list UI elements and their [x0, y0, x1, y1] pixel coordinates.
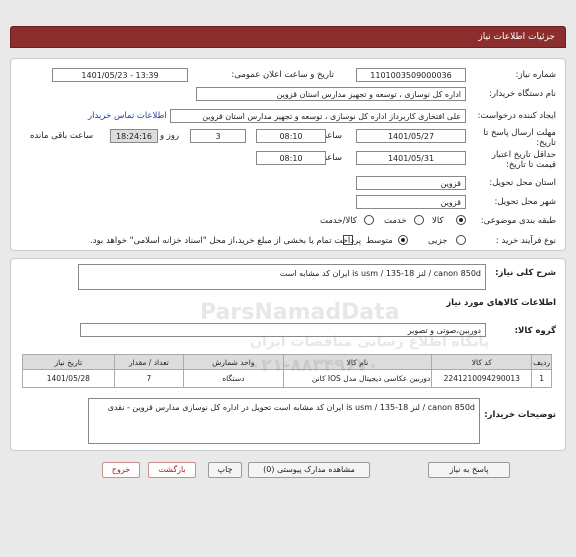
page-header: جزئیات اطلاعات نیاز: [10, 26, 566, 48]
summary-field: canon 850d / لنز 18-135 / is usm ایران ک…: [78, 264, 486, 290]
cell-row: 1: [531, 369, 552, 388]
table-row: 1 2241210094290013 دوربین عکاسی دیجیتال …: [22, 369, 552, 388]
col-name: نام کالا: [282, 354, 433, 370]
validity-time-field: 08:10: [256, 151, 326, 165]
category-label: طبقه بندی موضوعی:: [480, 216, 556, 226]
goods-table: ردیف کد کالا نام کالا واحد شمارش تعداد /…: [22, 354, 552, 388]
cell-unit: دستگاه: [183, 369, 284, 388]
deadline-time-field: 08:10: [256, 129, 326, 143]
col-qty: تعداد / مقدار: [113, 354, 185, 370]
city-label: شهر محل تحویل:: [494, 197, 556, 207]
buyer-notes-field: canon 850d / لنز 18-135 / is usm ایران ک…: [88, 398, 480, 444]
page-title: جزئیات اطلاعات نیاز: [478, 32, 555, 42]
deadline-label: مهلت ارسال پاسخ تا تاریخ:: [483, 128, 556, 148]
col-unit: واحد شمارش: [183, 354, 284, 370]
print-button[interactable]: چاپ: [208, 462, 242, 478]
buyer-notes-label: توضیحات خریدار:: [484, 410, 556, 420]
city-field: قزوین: [356, 195, 466, 209]
need-number-field: 1101003509000036: [356, 68, 466, 82]
cell-date: 1401/05/28: [22, 369, 115, 388]
deadline-date-field: 1401/05/27: [356, 129, 466, 143]
process-label: نوع فرآیند خرید :: [495, 236, 556, 246]
category-service-label: خدمت: [384, 216, 407, 226]
category-service-radio[interactable]: [414, 215, 424, 225]
cell-code: 2241210094290013: [431, 369, 533, 388]
goods-group-label: گروه کالا:: [514, 326, 556, 336]
days-remaining-field: 3: [190, 129, 246, 143]
cell-qty: 7: [113, 369, 185, 388]
need-number-label: شماره نیاز:: [515, 70, 556, 80]
back-button[interactable]: بازگشت: [148, 462, 196, 478]
process-medium-radio[interactable]: [398, 235, 408, 245]
attachments-button[interactable]: مشاهده مدارک پیوستی (0): [248, 462, 370, 478]
process-minor-label: جزیی: [428, 236, 448, 246]
validity-date-field: 1401/05/31: [356, 151, 466, 165]
category-goods-service-radio[interactable]: [364, 215, 374, 225]
buyer-contact-link[interactable]: اطلاعات تماس خریدار: [88, 111, 167, 121]
goods-section-title: اطلاعات کالاهای مورد نیاز: [446, 298, 556, 308]
announce-date-label: تاریخ و ساعت اعلان عمومی:: [231, 70, 334, 80]
summary-label: شرح کلی نیاز:: [495, 268, 556, 278]
time-remaining-label: ساعت باقی مانده: [30, 131, 94, 141]
category-goods-service-label: کالا/خدمت: [320, 216, 357, 226]
process-medium-label: متوسط: [366, 236, 393, 246]
buyer-org-label: نام دستگاه خریدار:: [489, 89, 556, 99]
col-code: کد کالا: [431, 354, 533, 370]
reply-button[interactable]: پاسخ به نیاز: [428, 462, 510, 478]
announce-date-field: 1401/05/23 - 13:39: [52, 68, 188, 82]
category-goods-radio[interactable]: [456, 215, 466, 225]
goods-group-field: دوربین،صوتی و تصویر: [80, 323, 486, 337]
time-remaining-field: 18:24:16: [110, 129, 158, 143]
validity-label: حداقل تاریخ اعتبار قیمت تا تاریخ:: [491, 150, 556, 170]
exit-button[interactable]: خروج: [102, 462, 140, 478]
province-label: استان محل تحویل:: [489, 178, 556, 188]
buyer-org-field: اداره کل نوسازی ، توسعه و تجهیز مدارس اس…: [196, 87, 466, 101]
cell-name: دوربین عکاسی دیجیتال مدل IOS کانن: [282, 369, 433, 388]
treasury-bonds-note: پرداخت تمام یا بخشی از مبلغ خرید،از محل …: [90, 236, 362, 246]
col-row: ردیف: [531, 354, 552, 370]
requester-field: علی افتخاری کاربرداز اداره کل نوسازی ، ت…: [170, 109, 466, 123]
days-label: روز و: [160, 131, 180, 141]
col-date: تاریخ نیاز: [22, 354, 115, 370]
goods-table-header: ردیف کد کالا نام کالا واحد شمارش تعداد /…: [22, 354, 552, 370]
process-minor-radio[interactable]: [456, 235, 466, 245]
province-field: قزوین: [356, 176, 466, 190]
requester-label: ایجاد کننده درخواست:: [477, 111, 556, 121]
category-goods-label: کالا: [432, 216, 444, 226]
